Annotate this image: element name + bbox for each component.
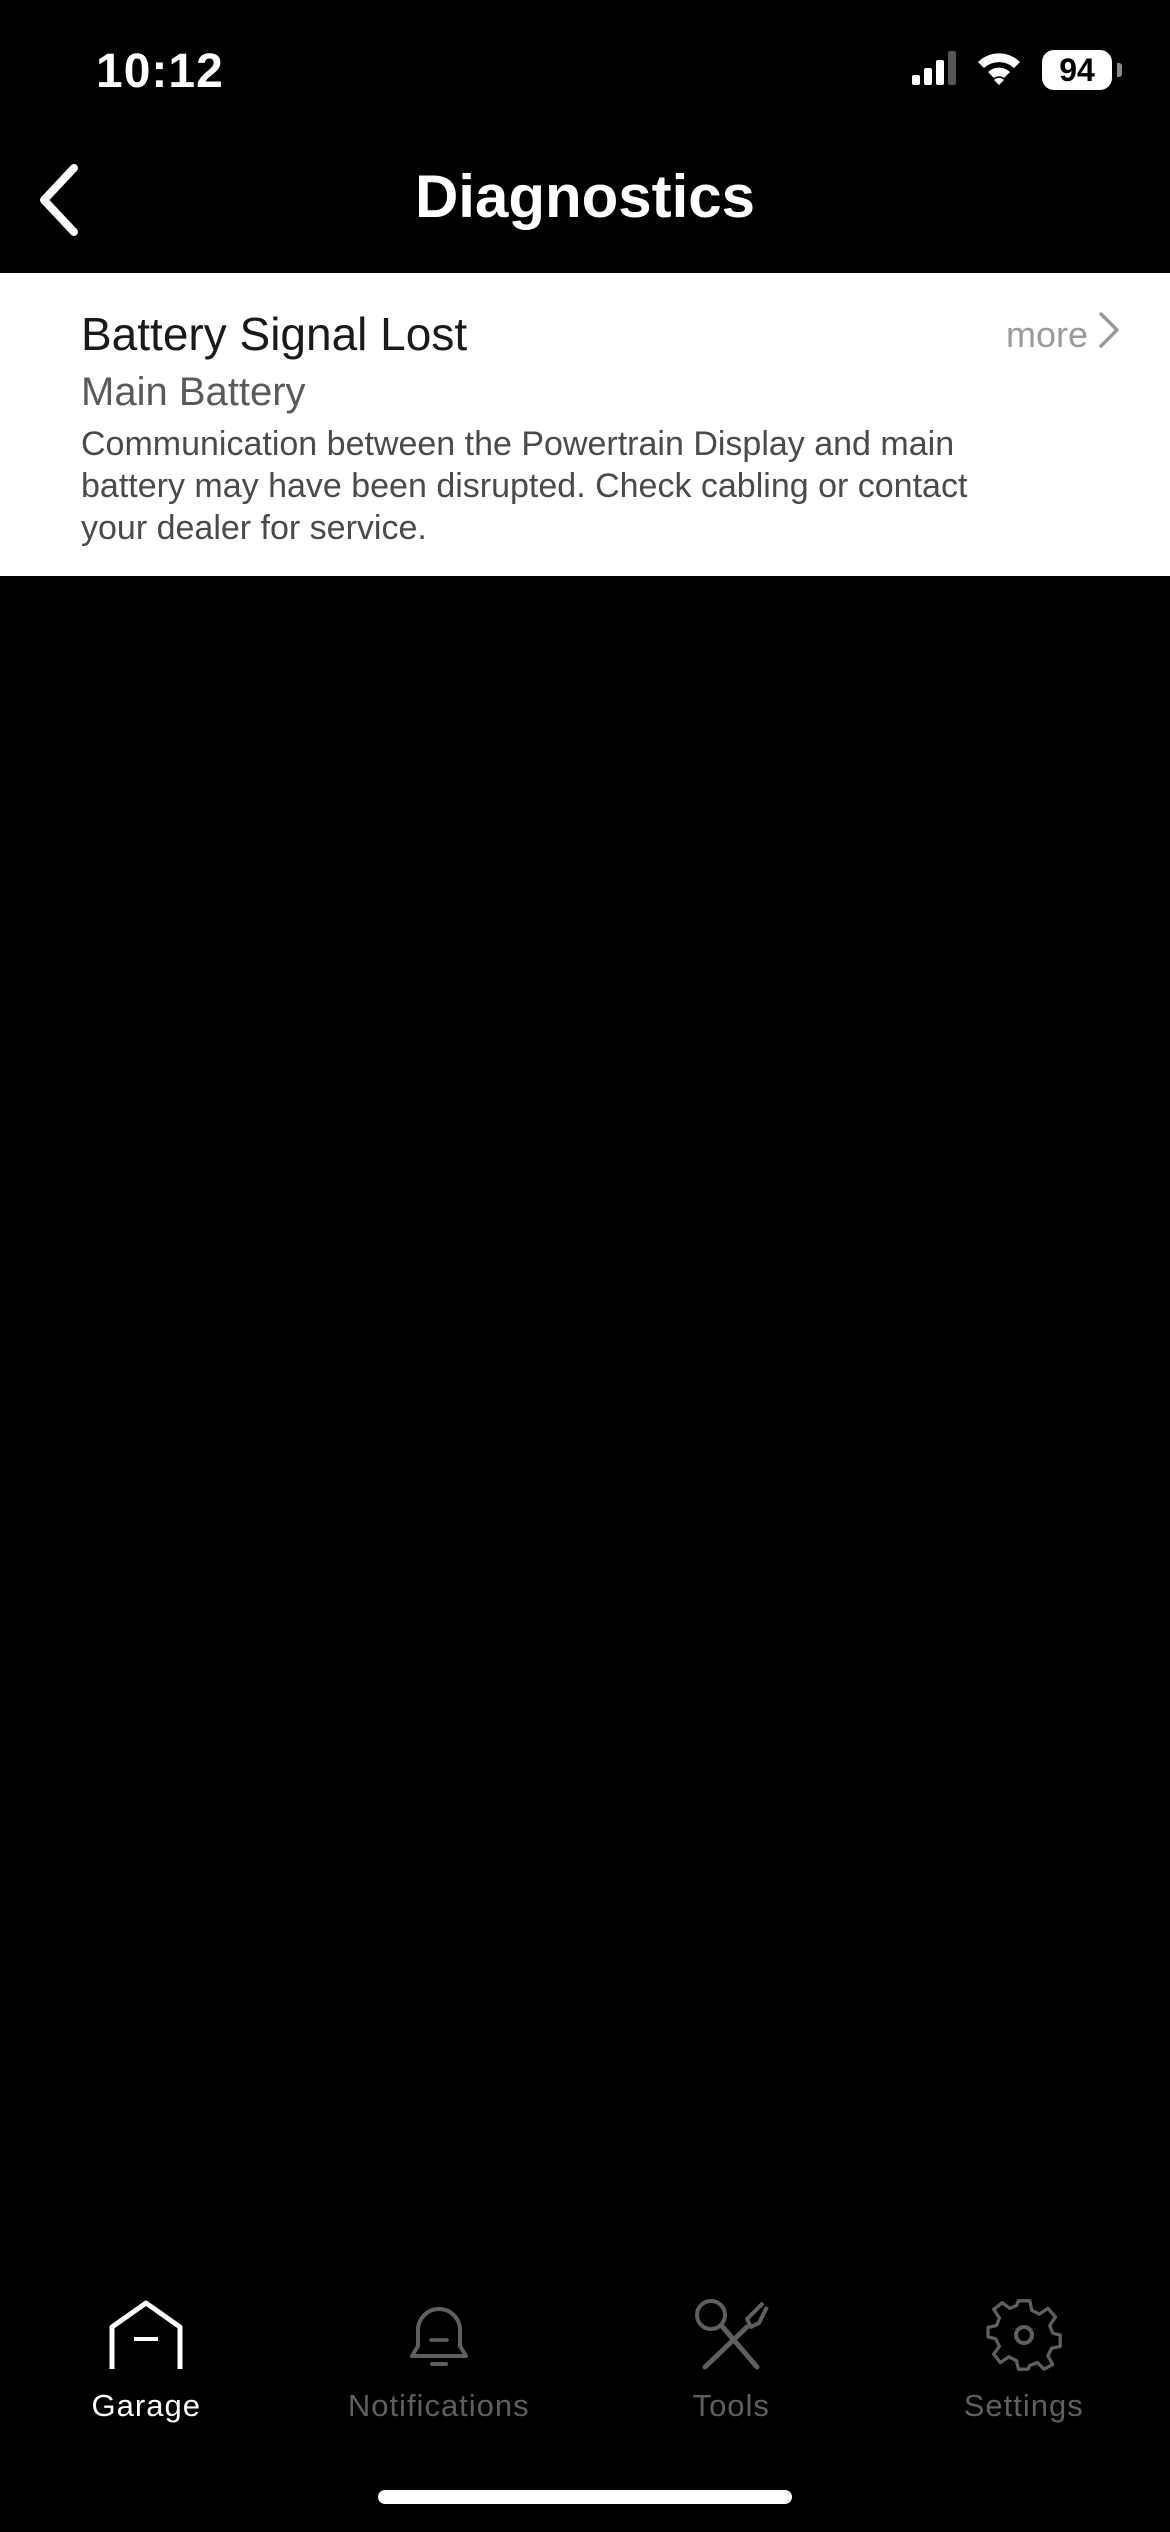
tab-label: Notifications	[347, 2388, 530, 2423]
diagnostic-title: Battery Signal Lost	[81, 308, 468, 360]
status-time: 10:12	[96, 45, 224, 98]
diagnostic-subtitle: Main Battery	[81, 370, 306, 414]
tab-label: Garage	[91, 2388, 201, 2423]
bell-icon	[394, 2290, 484, 2380]
more-label: more	[1005, 313, 1088, 355]
gear-icon	[979, 2290, 1069, 2380]
diagnostic-item[interactable]: Battery Signal Lost Main Battery Communi…	[0, 273, 1170, 576]
chevron-right-icon	[1098, 311, 1120, 358]
tab-label: Settings	[963, 2388, 1084, 2423]
garage-icon	[101, 2290, 191, 2380]
tab-bar: Garage Notifications Tools Settings	[0, 2290, 1170, 2450]
more-link[interactable]: more	[1006, 311, 1120, 358]
wifi-icon	[976, 51, 1022, 90]
tab-settings[interactable]: Settings	[878, 2290, 1170, 2450]
battery-level: 94	[1059, 51, 1095, 88]
tab-notifications[interactable]: Notifications	[293, 2290, 586, 2450]
tab-tools[interactable]: Tools	[585, 2290, 878, 2450]
home-indicator	[378, 2490, 792, 2504]
status-icons: 94	[912, 50, 1122, 90]
cellular-signal-icon	[912, 50, 956, 90]
nav-bar: Diagnostics	[0, 140, 1170, 272]
diagnostic-description: Communication between the Powertrain Dis…	[81, 425, 968, 547]
tab-garage[interactable]: Garage	[0, 2290, 293, 2450]
tab-label: Tools	[692, 2388, 770, 2423]
tools-icon	[686, 2290, 776, 2380]
battery-icon: 94	[1042, 50, 1122, 90]
page-title: Diagnostics	[414, 163, 756, 230]
status-bar: 10:12 94	[0, 0, 1170, 140]
battery-cap	[1117, 63, 1122, 77]
